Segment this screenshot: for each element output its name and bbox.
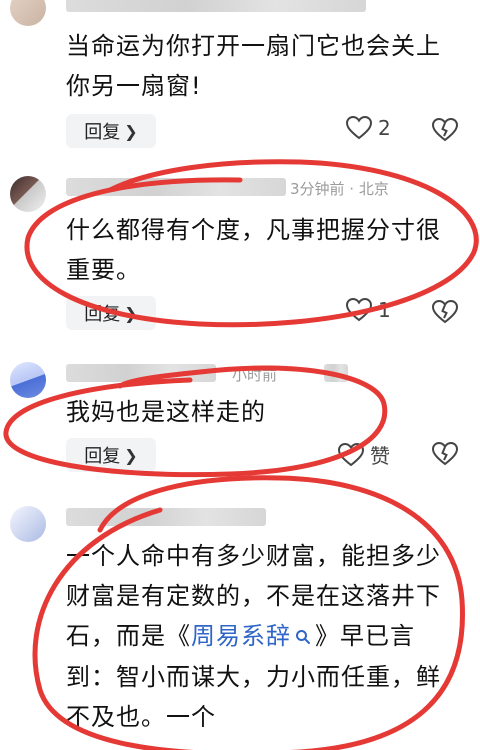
- chevron-right-icon: ❯: [124, 121, 138, 141]
- dislike-button[interactable]: [432, 442, 458, 466]
- search-icon[interactable]: [295, 617, 311, 657]
- username-blurred: [66, 364, 216, 382]
- comment-text: 我妈也是这样走的: [66, 398, 266, 426]
- location-blurred: [324, 364, 348, 382]
- username-blurred: [66, 178, 286, 196]
- username-blurred: [66, 508, 266, 526]
- comment-text: 一个人命中有多少财富，能担多少财富是有定数的，不是在这落井下石，而是《周易系辞》…: [66, 536, 462, 737]
- reply-label: 回复: [84, 304, 121, 325]
- like-button[interactable]: 赞: [338, 440, 390, 469]
- heart-broken-icon: [432, 300, 458, 324]
- reply-button[interactable]: 回复 ❯: [66, 114, 156, 148]
- like-button[interactable]: 1: [346, 298, 391, 322]
- comment-time-location: 3分钟前 · 北京: [290, 180, 389, 198]
- heart-icon: [346, 116, 372, 140]
- avatar[interactable]: [10, 0, 46, 26]
- comment-1: 当命运为你打开一扇门它也会关上你另一扇窗! 回复 ❯ 2: [0, 0, 480, 160]
- like-count: 1: [378, 298, 391, 322]
- avatar[interactable]: [10, 362, 46, 398]
- like-button[interactable]: 2: [346, 116, 391, 140]
- username-blurred: [66, 0, 366, 12]
- avatar[interactable]: [10, 506, 46, 542]
- reply-label: 回复: [84, 446, 121, 467]
- heart-broken-icon: [432, 442, 458, 466]
- avatar[interactable]: [10, 176, 46, 212]
- comment-time: 小时前: [232, 366, 278, 384]
- reply-label: 回复: [84, 122, 121, 143]
- heart-icon: [346, 298, 372, 322]
- heart-icon: [338, 442, 364, 466]
- comment-2: 3分钟前 · 北京 什么都得有个度，凡事把握分寸很重要。 回复 ❯ 1: [0, 160, 480, 350]
- comment-text: 什么都得有个度，凡事把握分寸很重要。: [66, 216, 441, 284]
- like-count: 2: [378, 116, 391, 140]
- reply-button[interactable]: 回复 ❯: [66, 438, 156, 472]
- encyclopedia-link[interactable]: 周易系辞: [191, 622, 291, 650]
- chevron-right-icon: ❯: [124, 445, 138, 465]
- chevron-right-icon: ❯: [124, 303, 138, 323]
- like-label: 赞: [370, 444, 390, 468]
- comment-text: 当命运为你打开一扇门它也会关上你另一扇窗!: [66, 32, 441, 100]
- comment-4: 一个人命中有多少财富，能担多少财富是有定数的，不是在这落井下石，而是《周易系辞》…: [0, 490, 480, 750]
- dislike-button[interactable]: [432, 300, 458, 324]
- comment-3: 小时前 我妈也是这样走的 回复 ❯ 赞: [0, 350, 480, 490]
- dislike-button[interactable]: [432, 118, 458, 142]
- heart-broken-icon: [432, 118, 458, 142]
- reply-button[interactable]: 回复 ❯: [66, 296, 156, 330]
